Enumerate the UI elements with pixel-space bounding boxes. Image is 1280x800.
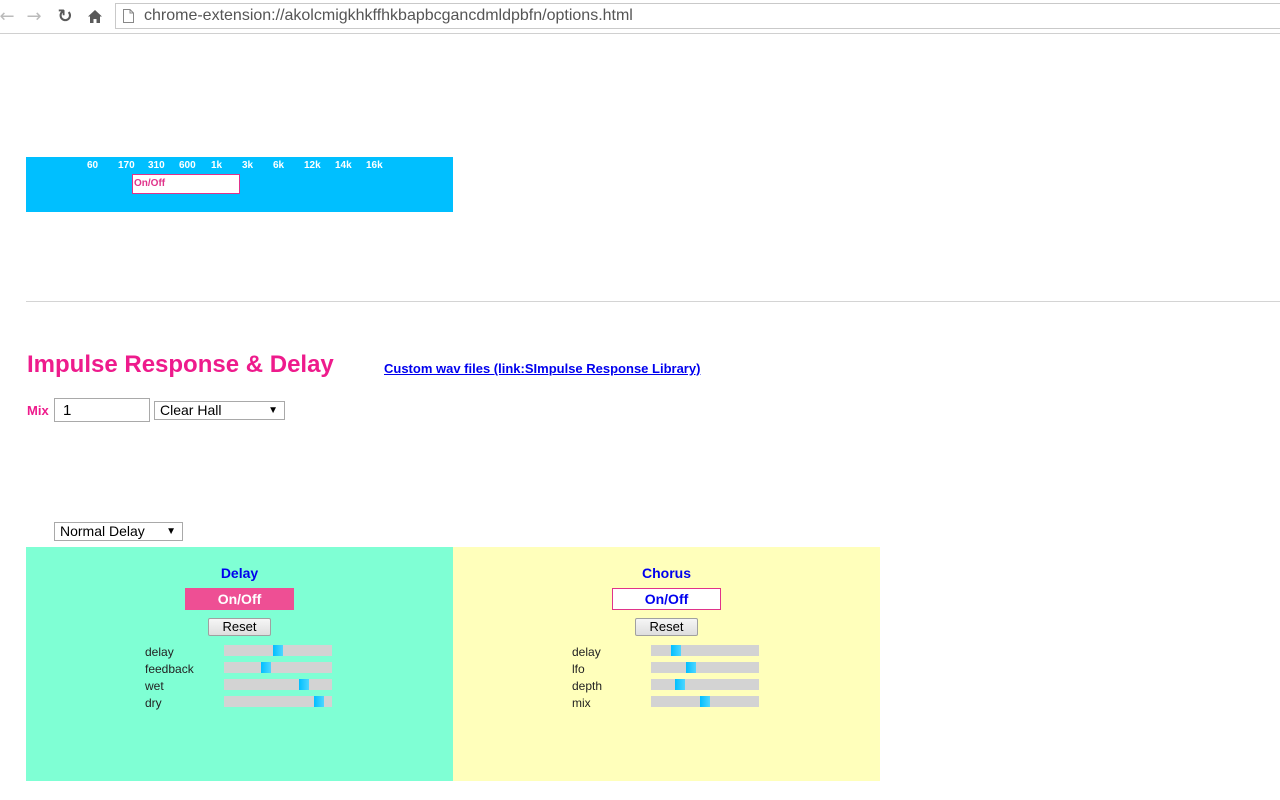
eq-freq-label: 16k bbox=[366, 160, 383, 171]
eq-freq-label: 12k bbox=[304, 160, 321, 171]
chorus-param-label: lfo bbox=[572, 662, 585, 676]
delay-delay-slider[interactable] bbox=[224, 645, 332, 656]
impulse-hall-select[interactable]: Clear Hall ▼ bbox=[154, 401, 285, 420]
equalizer-panel: 60 170 310 600 1k 3k 6k 12k 14k 16k On/O… bbox=[26, 157, 453, 212]
slider-thumb[interactable] bbox=[314, 696, 324, 707]
slider-thumb[interactable] bbox=[675, 679, 685, 690]
delay-title: Delay bbox=[220, 565, 259, 581]
delay-reset-button[interactable]: Reset bbox=[208, 618, 271, 636]
reload-icon[interactable]: ↻ bbox=[54, 4, 76, 28]
chorus-title: Chorus bbox=[642, 565, 691, 581]
slider-thumb[interactable] bbox=[686, 662, 696, 673]
url-text: chrome-extension://akolcmigkhkffhkbapbcg… bbox=[144, 7, 633, 24]
chorus-lfo-slider[interactable] bbox=[651, 662, 759, 673]
slider-thumb[interactable] bbox=[273, 645, 283, 656]
delay-type-select[interactable]: Normal Delay ▼ bbox=[54, 522, 183, 541]
delay-param-label: delay bbox=[145, 645, 174, 659]
eq-freq-label: 1k bbox=[211, 160, 223, 171]
eq-freq-label: 6k bbox=[273, 160, 285, 171]
impulse-hall-value: Clear Hall bbox=[160, 402, 222, 418]
chorus-param-label: mix bbox=[572, 696, 591, 710]
home-icon[interactable] bbox=[84, 4, 106, 28]
delay-param-label: feedback bbox=[145, 662, 194, 676]
delay-param-label: wet bbox=[145, 679, 164, 693]
delay-param-label: dry bbox=[145, 696, 162, 710]
delay-dry-slider[interactable] bbox=[224, 696, 332, 707]
section-divider bbox=[26, 301, 1280, 302]
slider-thumb[interactable] bbox=[299, 679, 309, 690]
eq-freq-label: 3k bbox=[242, 160, 254, 171]
delay-feedback-slider[interactable] bbox=[224, 662, 332, 673]
eq-freq-label: 14k bbox=[335, 160, 352, 171]
slider-thumb[interactable] bbox=[261, 662, 271, 673]
address-bar[interactable]: chrome-extension://akolcmigkhkffhkbapbcg… bbox=[115, 3, 1280, 29]
eq-freq-label: 170 bbox=[118, 160, 135, 171]
mix-input[interactable] bbox=[54, 398, 150, 422]
page-icon bbox=[123, 9, 134, 23]
chorus-panel: Chorus On/Off Reset delay lfo depth mix bbox=[453, 547, 880, 781]
chorus-param-label: delay bbox=[572, 645, 601, 659]
chorus-reset-button[interactable]: Reset bbox=[635, 618, 698, 636]
mix-label: Mix bbox=[27, 403, 49, 418]
dropdown-arrow-icon: ▼ bbox=[166, 526, 176, 537]
delay-panel: Delay On/Off Reset delay feedback wet dr… bbox=[26, 547, 453, 781]
delay-wet-slider[interactable] bbox=[224, 679, 332, 690]
eq-freq-label: 60 bbox=[87, 160, 99, 171]
chorus-param-label: depth bbox=[572, 679, 603, 693]
custom-wav-link[interactable]: Custom wav files (link:SImpulse Response… bbox=[384, 361, 700, 376]
eq-onoff-button[interactable]: On/Off bbox=[132, 174, 240, 194]
slider-thumb[interactable] bbox=[700, 696, 710, 707]
forward-icon[interactable]: → bbox=[24, 4, 44, 28]
dropdown-arrow-icon: ▼ bbox=[268, 405, 278, 416]
delay-type-value: Normal Delay bbox=[60, 523, 145, 539]
eq-freq-label: 600 bbox=[179, 160, 196, 171]
chorus-onoff-button[interactable]: On/Off bbox=[612, 588, 721, 610]
delay-onoff-button[interactable]: On/Off bbox=[185, 588, 294, 610]
back-icon[interactable]: ← bbox=[0, 4, 15, 28]
impulse-section-title: Impulse Response & Delay bbox=[27, 351, 334, 378]
slider-thumb[interactable] bbox=[671, 645, 681, 656]
eq-freq-label: 310 bbox=[148, 160, 165, 171]
browser-toolbar: ← → ↻ chrome-extension://akolcmigkhkffhk… bbox=[0, 0, 1280, 34]
chorus-depth-slider[interactable] bbox=[651, 679, 759, 690]
chorus-mix-slider[interactable] bbox=[651, 696, 759, 707]
chorus-delay-slider[interactable] bbox=[651, 645, 759, 656]
